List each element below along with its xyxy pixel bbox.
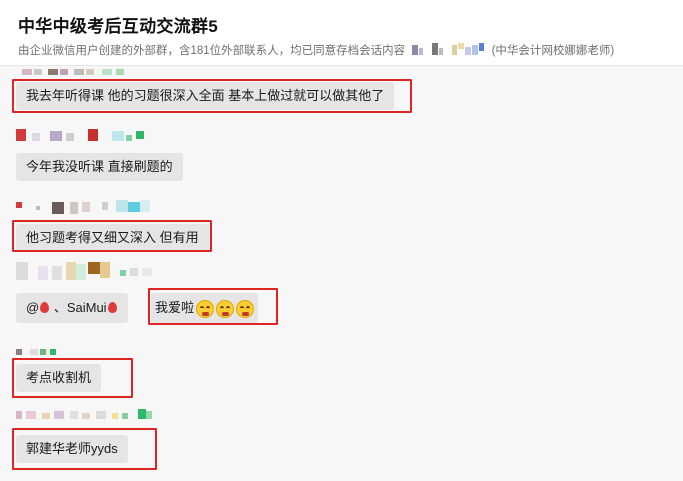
- sender-name-blurred: [16, 260, 166, 280]
- message-bubble-2[interactable]: 今年我没听课 直接刷题的: [16, 153, 183, 181]
- highlight-box-4: [148, 288, 278, 325]
- message-list[interactable]: 我去年听得课 他的习题很深入全面 基本上做过就可以做其他了 今年我没听课 直接刷…: [0, 66, 683, 481]
- sender-name-blurred: [16, 66, 146, 78]
- chat-header: 中华中级考后互动交流群5 由企业微信用户创建的外部群，含181位外部联系人，均已…: [0, 0, 683, 66]
- subtitle-prefix: 由企业微信用户创建的外部群，含181位外部联系人，均已同意存档会话内容: [18, 45, 406, 57]
- sender-name-blurred: [16, 409, 156, 421]
- highlight-box-5: [12, 358, 133, 398]
- mention-at-sign: @: [26, 300, 40, 315]
- mention-name: 、SaiMui: [53, 300, 107, 315]
- highlight-box-6: [12, 428, 157, 470]
- highlight-box-3: [12, 220, 212, 252]
- subtitle-suffix: (中华会计网校娜娜老师): [491, 45, 615, 57]
- message-bubble-4-mention[interactable]: @ 、SaiMui: [16, 293, 128, 323]
- sender-name-blurred: [16, 198, 156, 214]
- highlight-box-1: [12, 79, 412, 113]
- balloon-icon: [40, 302, 50, 313]
- sender-name-blurred: [16, 344, 76, 356]
- sender-name-blurred: [16, 128, 156, 141]
- balloon-icon: [107, 302, 117, 313]
- group-subtitle: 由企业微信用户创建的外部群，含181位外部联系人，均已同意存档会话内容 (中华会…: [18, 42, 614, 59]
- group-title[interactable]: 中华中级考后互动交流群5: [18, 12, 218, 37]
- blurred-name-icon: [410, 42, 486, 59]
